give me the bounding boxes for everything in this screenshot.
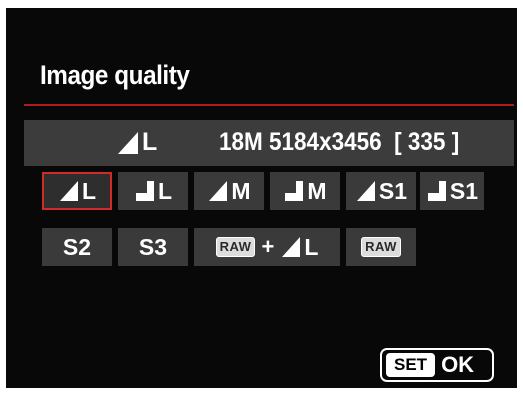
option-label: M <box>231 177 251 204</box>
camera-menu-screen: Image quality L 18M 5184x3456 [ 335 ] L … <box>6 8 517 388</box>
fine-quality-icon <box>282 237 301 257</box>
normal-quality-icon <box>285 181 304 201</box>
option-raw-plus-large-fine[interactable]: RAW + L <box>194 228 340 266</box>
option-medium-normal[interactable]: M <box>270 172 340 210</box>
normal-quality-icon <box>135 181 154 201</box>
option-raw[interactable]: RAW <box>346 228 416 266</box>
option-large-normal[interactable]: L <box>118 172 188 210</box>
option-label: S2 <box>62 233 92 260</box>
option-label: L <box>157 177 173 204</box>
shots-remaining: [ 335 ] <box>394 128 460 156</box>
option-label: M <box>307 177 327 204</box>
fine-quality-icon <box>209 181 228 201</box>
option-label: S3 <box>138 233 168 260</box>
option-label: S1 <box>378 177 408 204</box>
resolution-info: 18M 5184x3456 [ 335 ] <box>219 128 459 157</box>
title-divider <box>24 104 514 106</box>
ok-label: OK <box>441 352 475 377</box>
page-title: Image quality <box>40 60 190 90</box>
option-small3[interactable]: S3 <box>118 228 188 266</box>
option-label: L <box>304 233 319 260</box>
fine-quality-icon <box>356 181 375 201</box>
raw-badge: RAW <box>361 237 401 257</box>
selected-size-label: L <box>142 128 158 156</box>
fine-quality-icon <box>118 132 138 154</box>
option-small1-fine[interactable]: S1 <box>346 172 416 210</box>
option-label: L <box>81 177 97 204</box>
option-small1-normal[interactable]: S1 <box>420 172 484 210</box>
set-button-label: SET <box>386 353 436 377</box>
current-quality-status: L 18M 5184x3456 [ 335 ] <box>24 120 514 166</box>
option-small2[interactable]: S2 <box>42 228 112 266</box>
fine-quality-icon <box>59 181 78 201</box>
resolution-text: 18M 5184x3456 <box>219 128 382 156</box>
option-medium-fine[interactable]: M <box>194 172 264 210</box>
plus-sign: + <box>261 234 275 259</box>
option-label: S1 <box>449 177 479 204</box>
option-large-fine[interactable]: L <box>42 172 112 210</box>
raw-badge: RAW <box>215 237 256 257</box>
normal-quality-icon <box>427 181 446 201</box>
set-ok-button[interactable]: SET OK <box>380 348 494 382</box>
